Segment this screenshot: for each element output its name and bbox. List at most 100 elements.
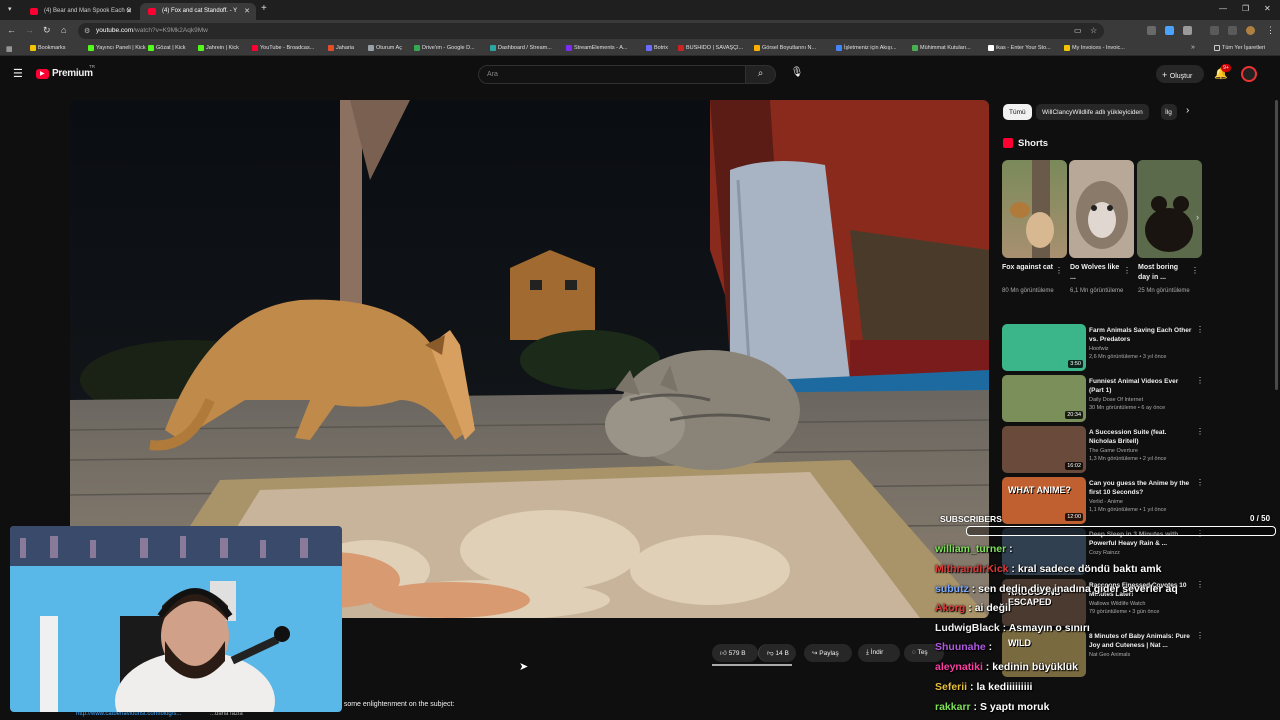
close-window-icon[interactable]: ✕ [1264,4,1271,13]
related-video-thumbnail[interactable]: 3:50 [1002,324,1086,371]
bookmark-item[interactable]: YouTube - Broadcas... [252,45,314,51]
bookmark-favicon-icon [252,45,258,51]
related-video-thumbnail[interactable]: WHAT ANIME? 12:00 [1002,477,1086,524]
bookmark-favicon-icon [490,45,496,51]
bookmark-label: StreamElements - A... [574,45,628,51]
related-video-menu-icon[interactable]: ⋮ [1196,580,1204,589]
related-video-menu-icon[interactable]: ⋮ [1196,478,1204,487]
maximize-icon[interactable]: ❐ [1242,4,1249,13]
bookmark-item[interactable]: BUSHIDO | SAVAŞÇI... [678,45,743,51]
shorts-next-icon[interactable]: › [1196,212,1199,222]
close-tab-icon[interactable]: ✕ [244,7,250,15]
related-video-channel[interactable]: Daily Dose Of Internet [1089,397,1143,403]
share-button[interactable]: ↪ Paylaş [804,644,852,662]
related-video-channel[interactable]: Nat Geo Animals [1089,652,1130,658]
page-scrollbar[interactable] [1275,100,1278,390]
bookmark-favicon-icon [678,45,684,51]
short-title[interactable]: Most boring day in ... [1138,263,1190,283]
related-video-title[interactable]: 8 Minutes of Baby Animals: Pure Joy and … [1089,632,1193,650]
chevron-right-icon[interactable]: › [1186,105,1189,116]
related-video-channel[interactable]: The Game Overture [1089,448,1138,454]
related-video-title[interactable]: Farm Animals Saving Each Other vs. Preda… [1089,326,1193,344]
short-thumbnail[interactable] [1069,160,1134,258]
forward-icon[interactable]: → [25,25,34,35]
short-title[interactable]: Do Wolves like ... [1070,263,1122,283]
bookmark-item[interactable]: Drive'ım - Google D... [414,45,475,51]
related-video-thumbnail[interactable]: 16:02 [1002,426,1086,473]
bookmark-favicon-icon [836,45,842,51]
chip-uploader[interactable]: WillClancyWildlife adlı yükleyiciden [1036,104,1149,120]
bookmark-item[interactable]: My Invoices - Invoic... [1064,45,1125,51]
apps-grid-icon[interactable]: ▦ [6,45,13,53]
account-avatar[interactable] [1241,66,1257,82]
search-button[interactable]: ⌕ [746,65,776,84]
bookmark-item[interactable]: Gözat | Kick [148,45,186,51]
short-thumbnail[interactable] [1137,160,1202,258]
download-button[interactable]: ⤓ İndir [858,644,900,662]
related-video-channel[interactable]: Verlid - Anime [1089,499,1123,505]
extension-icon[interactable] [1165,26,1174,35]
search-input[interactable]: Ara [478,65,746,84]
bookmark-star-icon[interactable]: ☆ [1090,26,1097,35]
address-bar[interactable]: ⚙ youtube.com/watch?v=K9Mk2Aqk9Mw ☆ ▭ [78,23,1104,39]
short-menu-icon[interactable]: ⋮ [1055,266,1063,275]
related-video-title[interactable]: Can you guess the Anime by the first 10 … [1089,479,1193,497]
short-title[interactable]: Fox against cat [1002,263,1054,273]
browser-tab[interactable]: (4) Bear and Man Spook Each O ✕ [22,3,138,20]
bookmark-item[interactable]: Jahrein | Kick [198,45,239,51]
related-video-menu-icon[interactable]: ⋮ [1196,325,1204,334]
short-menu-icon[interactable]: ⋮ [1191,266,1199,275]
bookmark-item[interactable]: İşletmeniz için Akışı... [836,45,897,51]
browser-menu-icon[interactable]: ⋮ [1266,25,1275,36]
close-tab-icon[interactable]: ✕ [126,7,132,15]
bookmark-item[interactable]: Yayıncı Paneli | Kick [88,45,146,51]
chip-all[interactable]: Tümü [1003,104,1032,120]
more-bookmarks-icon[interactable]: » [1191,44,1195,51]
microphone-icon[interactable]: 🎙 [790,67,804,81]
bookmark-item[interactable]: Bookmarks [30,45,66,51]
bookmark-item[interactable]: Görsel Boyutlarını N... [754,45,816,51]
related-video-channel[interactable]: Cozy Rainzz [1089,550,1120,556]
bookmark-item[interactable]: Mühimmat Kutuları... [912,45,971,51]
reload-icon[interactable]: ↻ [43,25,51,36]
bookmark-item[interactable]: StreamElements - A... [566,45,628,51]
home-icon[interactable]: ⌂ [61,25,66,35]
hamburger-menu-icon[interactable]: ☰ [13,67,23,80]
related-video-title[interactable]: Funniest Animal Videos Ever (Part 1) [1089,377,1193,395]
related-video-menu-icon[interactable]: ⋮ [1196,427,1204,436]
related-video-menu-icon[interactable]: ⋮ [1196,376,1204,385]
create-button[interactable]: + Oluştur [1156,65,1204,83]
bookmark-item[interactable]: Dashboard / Stream... [490,45,552,51]
minimize-icon[interactable]: — [1219,4,1227,13]
new-tab-button[interactable]: + [261,3,267,14]
related-video-thumbnail[interactable]: 20:34 [1002,375,1086,422]
chip-related[interactable]: İlg [1161,104,1177,120]
extension-icon[interactable] [1147,26,1156,35]
like-button[interactable]: 👍︎ 579 B [712,644,758,662]
short-thumbnail[interactable] [1002,160,1067,258]
cast-icon[interactable]: ▭ [1074,26,1082,35]
related-video-channel[interactable]: Hoofwiz [1089,346,1109,352]
bookmark-favicon-icon [566,45,572,51]
bookmark-label: Yayıncı Paneli | Kick [96,45,146,51]
related-video-channel[interactable]: Wallows Wildlife Watch [1089,601,1145,607]
download-icon[interactable] [1210,26,1219,35]
profile-avatar[interactable] [1246,26,1255,35]
dislike-button[interactable]: 👎︎ 14 B [758,644,796,662]
related-video-title[interactable]: A Succession Suite (feat. Nicholas Brite… [1089,428,1193,446]
extensions-puzzle-icon[interactable] [1183,26,1192,35]
chat-text: la kediiiiiiiii [976,681,1033,693]
related-video-menu-icon[interactable]: ⋮ [1196,631,1204,640]
bookmark-item[interactable]: Oturum Aç [368,45,402,51]
browser-tab-active[interactable]: (4) Fox and cat Standoff. - Y ✕ [140,3,256,20]
bookmark-item[interactable]: ikas - Enter Your Sto... [988,45,1051,51]
bookmark-label: BUSHIDO | SAVAŞÇI... [686,45,744,51]
short-menu-icon[interactable]: ⋮ [1123,266,1131,275]
side-panel-icon[interactable] [1228,26,1237,35]
bookmark-item[interactable]: Jaharia [328,45,354,51]
back-icon[interactable]: ← [7,25,16,35]
all-bookmarks-folder[interactable]: Tüm Yer İşaretleri [1214,45,1265,51]
tab-search-icon[interactable]: ▾ [8,5,12,13]
bookmark-item[interactable]: Botrix [646,45,668,51]
site-info-icon[interactable]: ⚙ [84,27,90,35]
